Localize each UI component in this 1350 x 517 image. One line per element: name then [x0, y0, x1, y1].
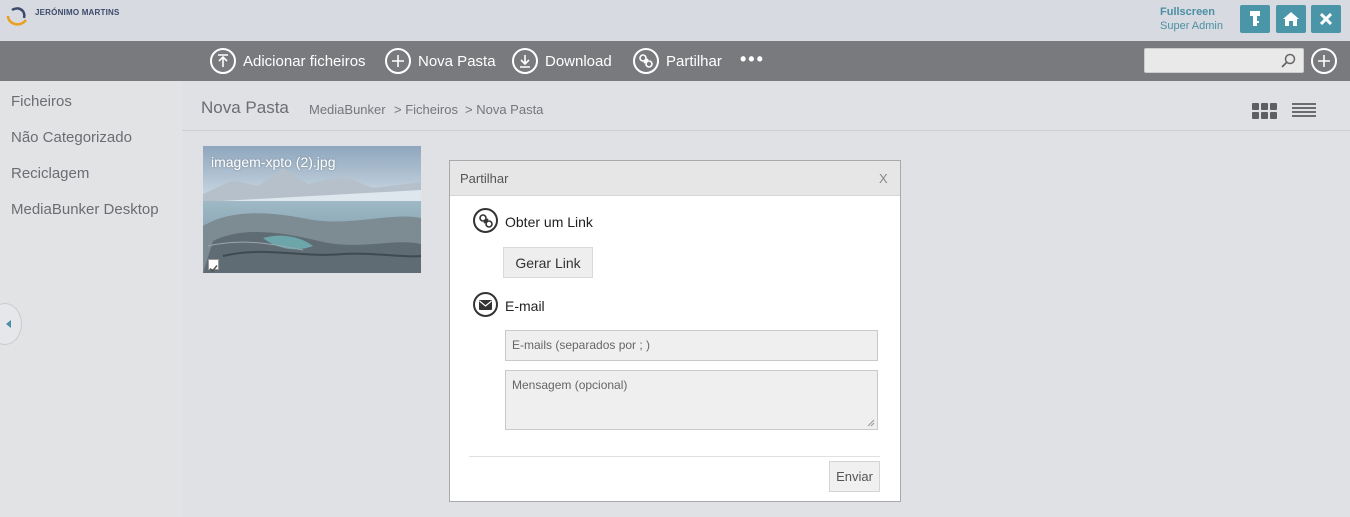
share-button[interactable]: Partilhar: [633, 47, 722, 75]
sidebar-item-mediabunker-desktop[interactable]: MediaBunker Desktop: [11, 201, 159, 218]
send-button[interactable]: Enviar: [829, 461, 880, 492]
dialog-close-button[interactable]: X: [879, 171, 888, 186]
message-placeholder: Mensagem (opcional): [512, 378, 628, 392]
user-role: Super Admin: [1160, 20, 1223, 32]
emails-field[interactable]: E-mails (separados por ; ): [505, 330, 878, 361]
toolbar: Adicionar ficheiros Nova Pasta Download …: [0, 41, 1350, 81]
search-input[interactable]: [1144, 48, 1304, 73]
link-section-title: Obter um Link: [505, 214, 593, 230]
search-icon[interactable]: [1281, 53, 1297, 69]
chevron-left-icon: [6, 320, 11, 328]
sidebar-item-ficheiros[interactable]: Ficheiros: [11, 93, 72, 110]
checkmark-icon: [209, 265, 218, 273]
dialog-title: Partilhar: [460, 171, 509, 186]
logo-icon: [4, 4, 30, 30]
plus-icon: [1318, 55, 1330, 67]
generate-link-button[interactable]: Gerar Link: [503, 247, 593, 278]
share-dialog: Partilhar X Obter um Link Gerar Link E-m…: [449, 160, 901, 502]
grid-view-icon[interactable]: [1252, 103, 1277, 119]
email-section-title: E-mail: [505, 298, 545, 314]
user-info: Fullscreen Super Admin: [1160, 5, 1223, 33]
breadcrumb-item-mediabunker[interactable]: MediaBunker: [309, 102, 386, 117]
breadcrumb-item-ficheiros[interactable]: > Ficheiros: [394, 102, 458, 117]
more-menu-button[interactable]: •••: [740, 50, 765, 68]
top-header: JERÓNIMO MARTINS Fullscreen Super Admin: [0, 0, 1350, 41]
file-checkbox[interactable]: [208, 259, 219, 273]
home-icon: [1283, 12, 1299, 26]
new-folder-label: Nova Pasta: [418, 52, 496, 70]
download-label: Download: [545, 52, 612, 70]
download-icon: [512, 48, 538, 74]
page-title: Nova Pasta: [201, 98, 289, 117]
sidebar: Ficheiros Não Categorizado Reciclagem Me…: [0, 81, 182, 517]
file-name: imagem-xpto (2).jpg: [211, 154, 336, 170]
envelope-icon: [473, 292, 498, 317]
divider: [182, 130, 1350, 131]
close-button[interactable]: [1311, 5, 1341, 33]
link-icon: [633, 48, 659, 74]
sidebar-collapse-button[interactable]: [0, 303, 22, 345]
file-thumbnail[interactable]: imagem-xpto (2).jpg: [203, 146, 421, 273]
resize-handle-icon[interactable]: [867, 419, 875, 427]
dialog-divider: [469, 456, 880, 457]
plus-icon: [385, 48, 411, 74]
download-button[interactable]: Download: [512, 47, 612, 75]
home-button[interactable]: [1276, 5, 1306, 33]
share-label: Partilhar: [666, 52, 722, 70]
add-files-label: Adicionar ficheiros: [243, 52, 366, 70]
link-icon: [473, 208, 498, 233]
brand-logo: JERÓNIMO MARTINS: [4, 4, 120, 30]
sidebar-item-nao-categorizado[interactable]: Não Categorizado: [11, 129, 132, 146]
upload-icon: [210, 48, 236, 74]
breadcrumb-item-nova-pasta[interactable]: > Nova Pasta: [465, 102, 543, 117]
close-icon: [1320, 13, 1332, 25]
fullscreen-label[interactable]: Fullscreen: [1160, 5, 1223, 19]
key-icon: [1250, 11, 1260, 26]
key-button[interactable]: [1240, 5, 1270, 33]
logo-text: JERÓNIMO MARTINS: [35, 7, 120, 17]
message-field[interactable]: Mensagem (opcional): [505, 370, 878, 430]
sidebar-item-reciclagem[interactable]: Reciclagem: [11, 165, 89, 182]
list-view-icon[interactable]: [1292, 103, 1316, 117]
add-files-button[interactable]: Adicionar ficheiros: [210, 47, 366, 75]
dialog-header: Partilhar X: [450, 161, 900, 196]
add-button[interactable]: [1311, 48, 1337, 74]
new-folder-button[interactable]: Nova Pasta: [385, 47, 496, 75]
